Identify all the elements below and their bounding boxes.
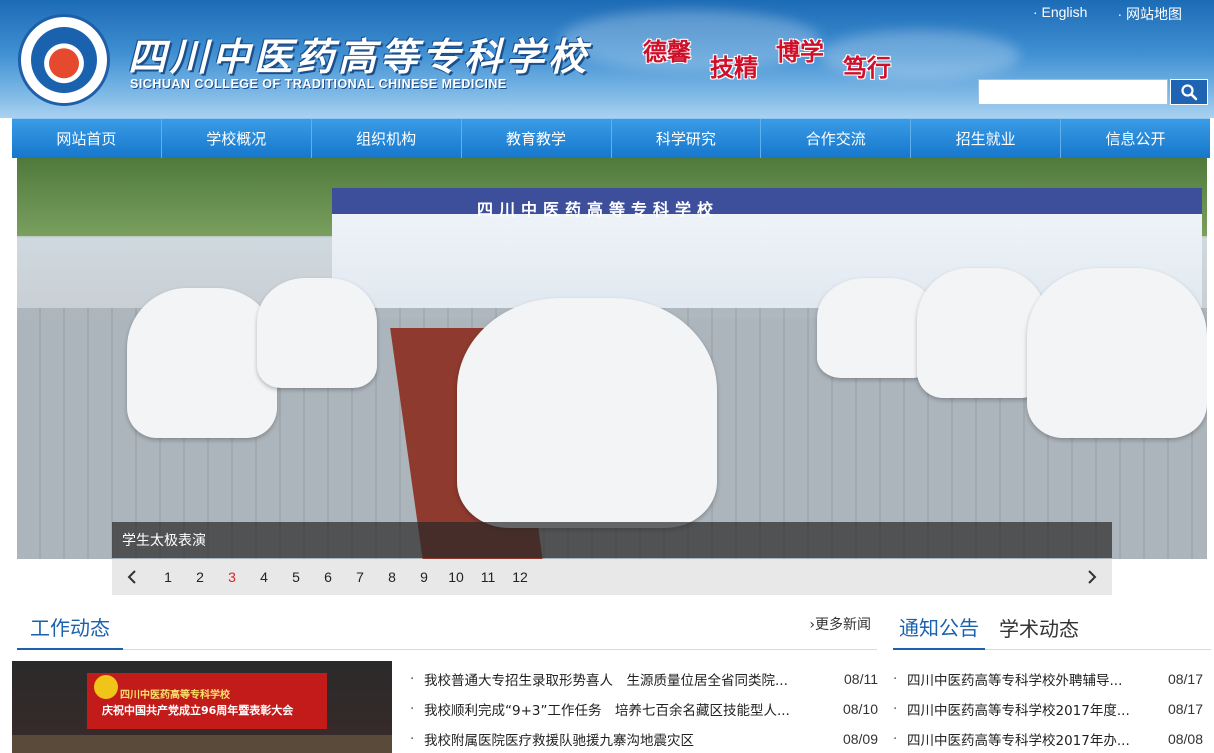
page-2[interactable]: 2 <box>184 569 216 585</box>
page-6[interactable]: 6 <box>312 569 344 585</box>
next-slide-button[interactable] <box>1072 559 1112 595</box>
work-news-title[interactable]: 工作动态 <box>17 604 123 650</box>
top-links: English 网站地图 <box>1033 4 1182 24</box>
banner-slide-image[interactable]: 四川中医药高等专科学校 <box>17 158 1207 559</box>
list-item[interactable]: · 四川中医药高等专科学校外聘辅导... 08/17 <box>893 664 1203 694</box>
notice-tabs: 通知公告 学术动态 <box>893 604 1211 650</box>
chevron-left-icon <box>127 570 136 584</box>
prev-slide-button[interactable] <box>112 559 152 595</box>
school-name-cn: 四川中医药高等专科学校 <box>128 34 591 79</box>
stage-title-2: 庆祝中国共产党成立96周年暨表彰大会 <box>102 704 294 717</box>
news-date: 08/10 <box>842 701 878 717</box>
search-button[interactable] <box>1170 79 1208 105</box>
motto-2: 技精 <box>710 53 758 82</box>
tab-academic[interactable]: 学术动态 <box>993 604 1085 650</box>
search-icon <box>1181 84 1198 101</box>
page-1[interactable]: 1 <box>152 569 184 585</box>
news-image[interactable]: 四川中医药高等专科学校 庆祝中国共产党成立96周年暨表彰大会 <box>12 661 392 753</box>
party-emblem-icon <box>94 675 118 699</box>
list-item[interactable]: · 我校附属医院医疗救援队驰援九寨沟地震灾区 08/09 <box>410 724 878 753</box>
page-7[interactable]: 7 <box>344 569 376 585</box>
page-5[interactable]: 5 <box>280 569 312 585</box>
school-name-en: SICHUAN COLLEGE OF TRADITIONAL CHINESE M… <box>130 77 507 91</box>
page-4[interactable]: 4 <box>248 569 280 585</box>
notice-date: 08/08 <box>1167 731 1203 747</box>
nav-admission[interactable]: 招生就业 <box>911 119 1062 158</box>
site-header: 四川中医药高等专科学校 SICHUAN COLLEGE OF TRADITION… <box>0 0 1214 118</box>
bullet-icon: · <box>893 671 898 687</box>
nav-home[interactable]: 网站首页 <box>12 119 162 158</box>
page-12[interactable]: 12 <box>504 569 536 585</box>
page-11[interactable]: 11 <box>472 569 504 585</box>
banner-caption: 学生太极表演 <box>112 522 1112 558</box>
nav-cooperation[interactable]: 合作交流 <box>761 119 912 158</box>
english-link[interactable]: English <box>1033 4 1088 24</box>
banner-pager: 1 2 3 4 5 6 7 8 9 10 11 12 <box>112 559 1112 595</box>
list-item[interactable]: · 四川中医药高等专科学校2017年办... 08/08 <box>893 724 1203 753</box>
work-news-list: · 我校普通大专招生录取形势喜人 生源质量位居全省同类院... 08/11 · 我校顺… <box>410 664 878 753</box>
search-box <box>978 79 1208 105</box>
bullet-icon: · <box>893 701 898 717</box>
stage-backdrop <box>87 673 327 729</box>
list-item[interactable]: · 我校普通大专招生录取形势喜人 生源质量位居全省同类院... 08/11 <box>410 664 878 694</box>
news-date: 08/11 <box>844 671 878 687</box>
list-item[interactable]: · 四川中医药高等专科学校2017年度... 08/17 <box>893 694 1203 724</box>
nav-education[interactable]: 教育教学 <box>462 119 612 158</box>
page-9[interactable]: 9 <box>408 569 440 585</box>
school-logo-icon[interactable] <box>18 14 110 106</box>
motto-1: 德馨 <box>643 37 691 66</box>
nav-info[interactable]: 信息公开 <box>1061 119 1210 158</box>
stage-floor <box>12 735 392 753</box>
notice-title: 四川中医药高等专科学校2017年度... <box>907 703 1130 719</box>
news-title: 我校普通大专招生录取形势喜人 生源质量位居全省同类院... <box>424 673 788 689</box>
motto-4: 笃行 <box>843 53 891 82</box>
notice-title: 四川中医药高等专科学校2017年办... <box>907 733 1130 749</box>
bullet-icon: · <box>893 731 898 747</box>
sitemap-link[interactable]: 网站地图 <box>1117 4 1182 24</box>
notice-list: · 四川中医药高等专科学校外聘辅导... 08/17 · 四川中医药高等专科学校201… <box>893 664 1203 753</box>
page-3[interactable]: 3 <box>216 569 248 585</box>
bullet-icon: · <box>410 671 415 687</box>
bullet-icon: · <box>410 731 415 747</box>
banner-booth-title: 四川中医药高等专科学校 <box>477 200 720 219</box>
news-title: 我校附属医院医疗救援队驰援九寨沟地震灾区 <box>424 733 694 749</box>
chevron-right-icon <box>1088 570 1097 584</box>
performer <box>457 298 717 528</box>
news-date: 08/09 <box>842 731 878 747</box>
performer <box>257 278 377 388</box>
nav-about[interactable]: 学校概况 <box>162 119 312 158</box>
work-news-header: 工作动态 ›更多新闻 <box>17 604 877 650</box>
nav-organization[interactable]: 组织机构 <box>312 119 462 158</box>
performer <box>1027 268 1207 438</box>
tab-notices[interactable]: 通知公告 <box>893 604 985 650</box>
notice-title: 四川中医药高等专科学校外聘辅导... <box>907 673 1123 689</box>
news-title: 我校顺利完成“9+3”工作任务 培养七百余名藏区技能型人... <box>424 703 790 719</box>
more-news-label: 更多新闻 <box>815 617 871 633</box>
stage-title-1: 四川中医药高等专科学校 <box>120 690 230 701</box>
search-input[interactable] <box>978 79 1168 105</box>
main-nav: 网站首页 学校概况 组织机构 教育教学 科学研究 合作交流 招生就业 信息公开 <box>12 118 1210 158</box>
more-news-link[interactable]: ›更多新闻 <box>809 614 871 634</box>
notice-date: 08/17 <box>1167 671 1203 687</box>
nav-research[interactable]: 科学研究 <box>612 119 762 158</box>
list-item[interactable]: · 我校顺利完成“9+3”工作任务 培养七百余名藏区技能型人... 08/10 <box>410 694 878 724</box>
page-10[interactable]: 10 <box>440 569 472 585</box>
bullet-icon: · <box>410 701 415 717</box>
notice-date: 08/17 <box>1167 701 1203 717</box>
motto-3: 博学 <box>776 37 824 66</box>
performer <box>127 288 277 438</box>
page-8[interactable]: 8 <box>376 569 408 585</box>
